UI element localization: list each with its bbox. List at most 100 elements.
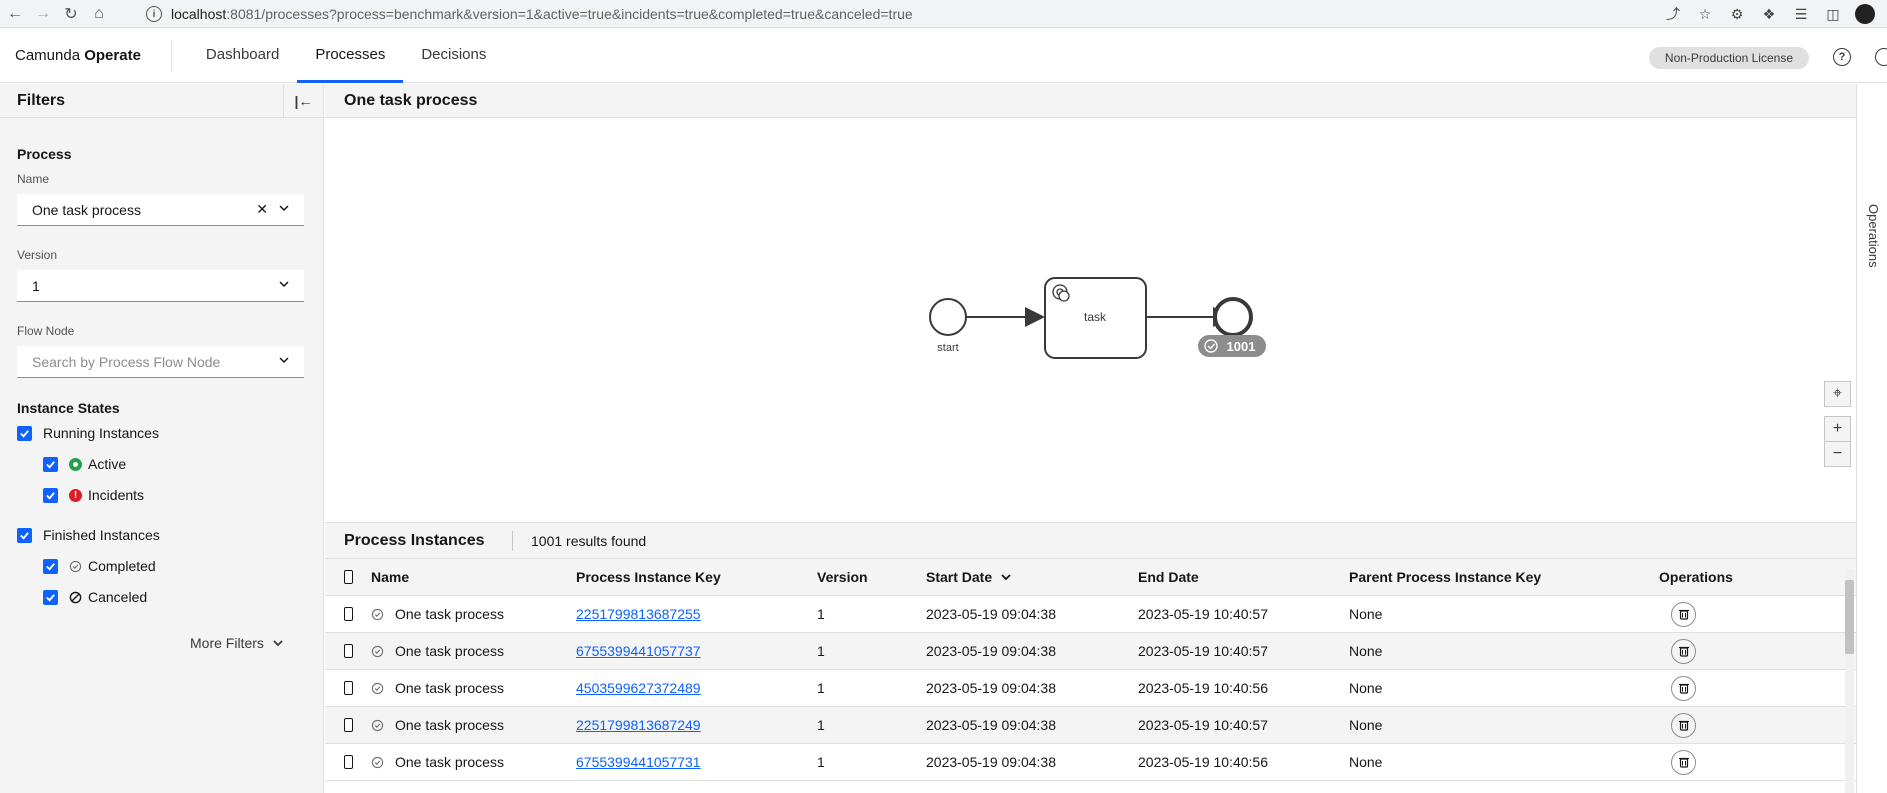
row-start-date: 2023-05-19 09:04:38 <box>926 643 1056 659</box>
more-filters-button[interactable]: More Filters <box>190 635 284 651</box>
canceled-checkbox[interactable]: Canceled <box>43 589 147 605</box>
chevron-down-icon <box>279 205 289 212</box>
canceled-state-icon <box>69 591 82 603</box>
process-section-title: Process <box>17 146 72 162</box>
completed-count-badge[interactable]: 1001 <box>1198 335 1266 357</box>
url-text[interactable]: localhost:8081/processes?process=benchma… <box>171 6 913 22</box>
checkbox-checked[interactable] <box>17 425 32 441</box>
main-nav: Dashboard Processes Decisions <box>188 29 504 83</box>
checkbox-checked[interactable] <box>43 589 58 605</box>
profile-avatar[interactable] <box>1855 4 1875 24</box>
user-icon[interactable] <box>1875 48 1887 66</box>
diagram-header: One task process <box>325 84 1856 118</box>
table-scrollbar-thumb[interactable] <box>1845 580 1854 654</box>
row-parent-key: None <box>1349 606 1383 622</box>
incidents-checkbox[interactable]: ! Incidents <box>43 487 144 503</box>
instance-key-link[interactable]: 6755399441057737 <box>576 643 701 659</box>
share-icon[interactable]: ⤴ <box>1663 4 1683 24</box>
operations-rail[interactable]: Operations <box>1856 84 1887 793</box>
checkbox-checked[interactable] <box>17 527 32 543</box>
checkbox-checked[interactable] <box>43 456 58 472</box>
start-event[interactable] <box>929 298 967 336</box>
delete-instance-button[interactable] <box>1671 749 1696 775</box>
nav-tab-decisions[interactable]: Decisions <box>403 29 504 83</box>
row-version: 1 <box>817 754 825 770</box>
delete-instance-button[interactable] <box>1671 712 1696 738</box>
puzzle-icon[interactable]: ❖ <box>1759 4 1779 24</box>
running-instances-checkbox[interactable]: Running Instances <box>17 425 159 441</box>
delete-instance-button[interactable] <box>1671 675 1696 701</box>
browser-toolbar: ← → ↻ ⌂ i localhost:8081/processes?proce… <box>0 0 1887 28</box>
sidepanel-icon[interactable]: ◫ <box>1823 4 1843 24</box>
checkbox-checked[interactable] <box>43 558 58 574</box>
clear-icon[interactable]: ✕ <box>256 201 268 218</box>
row-parent-key: None <box>1349 643 1383 659</box>
finished-instances-row[interactable]: Finished Instances <box>17 527 160 543</box>
incident-state-icon: ! <box>69 488 82 502</box>
table-row[interactable]: One task process 4503599627372489 1 2023… <box>325 670 1856 707</box>
completed-state-icon <box>371 756 384 768</box>
task-label: task <box>1084 310 1107 324</box>
version-select[interactable]: 1 <box>17 270 304 302</box>
process-name-value: One task process <box>32 201 141 218</box>
collapse-panel-icon[interactable]: |← <box>283 84 323 118</box>
row-checkbox[interactable] <box>344 755 353 769</box>
back-icon[interactable]: ← <box>2 1 28 27</box>
address-bar[interactable]: i localhost:8081/processes?process=bench… <box>138 1 1713 27</box>
row-checkbox[interactable] <box>344 681 353 695</box>
home-icon[interactable]: ⌂ <box>86 1 112 27</box>
column-version[interactable]: Version <box>817 569 926 585</box>
row-start-date: 2023-05-19 09:04:38 <box>926 680 1056 696</box>
checkbox-checked[interactable] <box>43 487 58 503</box>
nav-tab-dashboard[interactable]: Dashboard <box>188 29 297 83</box>
instance-key-link[interactable]: 2251799813687255 <box>576 606 701 622</box>
zoom-in-button[interactable]: + <box>1824 416 1851 442</box>
help-icon[interactable]: ? <box>1833 48 1851 66</box>
row-name: One task process <box>395 606 504 622</box>
media-icon[interactable]: ☰ <box>1791 4 1811 24</box>
trash-icon <box>1678 720 1689 731</box>
brand-logo[interactable]: Camunda Operate <box>15 47 141 64</box>
row-checkbox[interactable] <box>344 644 353 658</box>
zoom-out-button[interactable]: − <box>1824 441 1851 467</box>
row-checkbox[interactable] <box>344 718 353 732</box>
flow-node-select[interactable]: Search by Process Flow Node <box>17 346 304 378</box>
delete-instance-button[interactable] <box>1671 601 1696 627</box>
row-name: One task process <box>395 754 504 770</box>
nav-tab-processes[interactable]: Processes <box>297 29 404 83</box>
row-checkbox[interactable] <box>344 607 353 621</box>
delete-instance-button[interactable] <box>1671 638 1696 664</box>
table-row[interactable]: One task process 2251799813687249 1 2023… <box>325 707 1856 744</box>
completed-state-icon <box>371 645 384 657</box>
bookmark-star-icon[interactable]: ☆ <box>1695 4 1715 24</box>
select-all-checkbox[interactable] <box>344 570 353 584</box>
start-event-label: start <box>937 342 958 354</box>
row-parent-key: None <box>1349 680 1383 696</box>
license-badge[interactable]: Non-Production License <box>1648 47 1809 69</box>
forward-icon[interactable]: → <box>30 1 56 27</box>
table-row[interactable]: One task process 2251799813687255 1 2023… <box>325 596 1856 633</box>
instance-key-link[interactable]: 6755399441057731 <box>576 754 701 770</box>
trash-icon <box>1678 683 1689 694</box>
row-name: One task process <box>395 680 504 696</box>
instance-key-link[interactable]: 2251799813687249 <box>576 717 701 733</box>
column-end-date[interactable]: End Date <box>1138 569 1349 585</box>
column-parent-key[interactable]: Parent Process Instance Key <box>1349 569 1659 585</box>
end-event[interactable] <box>1213 297 1253 337</box>
instance-key-link[interactable]: 4503599627372489 <box>576 680 701 696</box>
process-name-select[interactable]: One task process ✕ <box>17 194 304 226</box>
column-instance-key[interactable]: Process Instance Key <box>576 569 817 585</box>
row-version: 1 <box>817 643 825 659</box>
reset-view-icon[interactable]: ⌖ <box>1824 381 1851 407</box>
extension-gear-icon[interactable]: ⚙ <box>1727 4 1747 24</box>
bpmn-diagram[interactable]: start task 1001 ⌖ + − <box>325 119 1856 522</box>
table-row[interactable]: One task process 6755399441057737 1 2023… <box>325 633 1856 670</box>
column-start-date[interactable]: Start Date <box>926 569 1138 585</box>
completed-checkbox[interactable]: Completed <box>43 558 156 574</box>
site-info-icon[interactable]: i <box>146 6 162 22</box>
reload-icon[interactable]: ↻ <box>58 1 84 27</box>
table-row[interactable]: One task process 6755399441057731 1 2023… <box>325 744 1856 781</box>
column-name[interactable]: Name <box>353 569 576 585</box>
row-start-date: 2023-05-19 09:04:38 <box>926 606 1056 622</box>
active-checkbox[interactable]: Active <box>43 456 126 472</box>
